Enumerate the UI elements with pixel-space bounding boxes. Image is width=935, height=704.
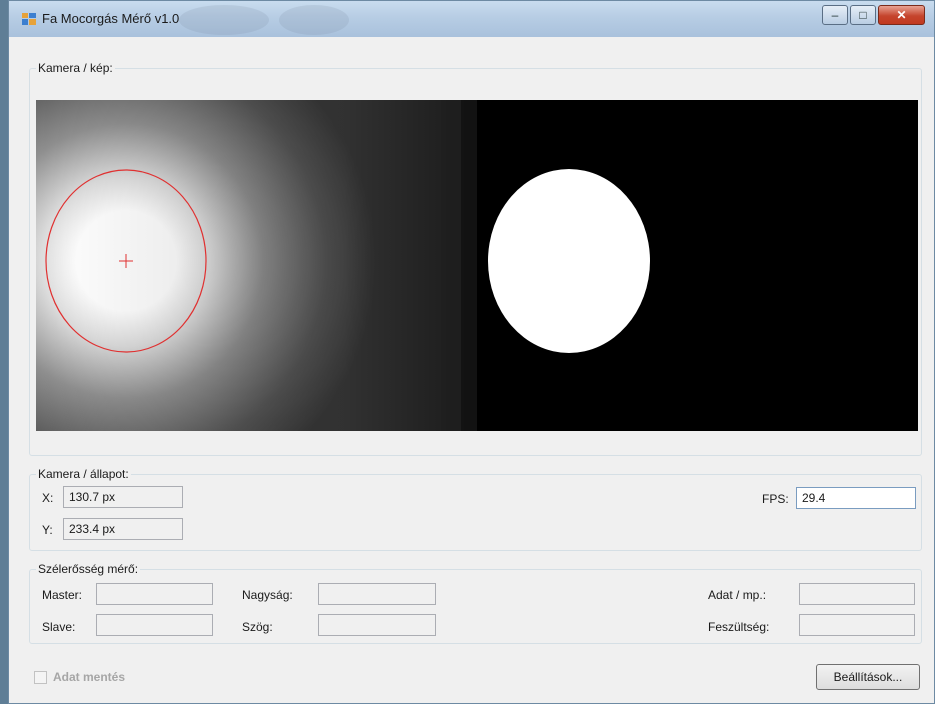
- fps-label: FPS:: [762, 492, 789, 506]
- voltage-label: Feszültség:: [708, 620, 770, 634]
- master-field[interactable]: [96, 583, 213, 605]
- voltage-field[interactable]: [799, 614, 915, 636]
- settings-button[interactable]: Beállítások...: [816, 664, 920, 690]
- raw-camera-frame: [36, 100, 477, 431]
- slave-label: Slave:: [42, 620, 76, 634]
- camera-image-group-label: Kamera / kép:: [36, 61, 115, 75]
- angle-label: Szög:: [242, 620, 273, 634]
- save-data-label: Adat mentés: [53, 670, 126, 684]
- client-area: Kamera / kép: Kamera / állapot: X: 130.7…: [0, 0, 935, 704]
- checkbox-box-icon: [34, 671, 47, 684]
- camera-status-group-label: Kamera / állapot:: [36, 467, 131, 481]
- x-label: X:: [42, 491, 54, 505]
- fps-field[interactable]: 29.4: [796, 487, 916, 509]
- magnitude-field[interactable]: [318, 583, 436, 605]
- angle-field[interactable]: [318, 614, 436, 636]
- x-position-field[interactable]: 130.7 px: [63, 486, 183, 508]
- camera-view: [36, 100, 918, 431]
- y-label: Y:: [42, 523, 53, 537]
- wind-meter-group-label: Szélerősség mérő:: [36, 562, 141, 576]
- slave-field[interactable]: [96, 614, 213, 636]
- data-rate-field[interactable]: [799, 583, 915, 605]
- magnitude-label: Nagyság:: [242, 588, 293, 602]
- y-position-field[interactable]: 233.4 px: [63, 518, 183, 540]
- master-label: Master:: [42, 588, 83, 602]
- data-rate-label: Adat / mp.:: [708, 588, 767, 602]
- threshold-frame: [477, 100, 918, 431]
- camera-frames: [36, 100, 918, 431]
- save-data-checkbox[interactable]: Adat mentés: [34, 670, 154, 686]
